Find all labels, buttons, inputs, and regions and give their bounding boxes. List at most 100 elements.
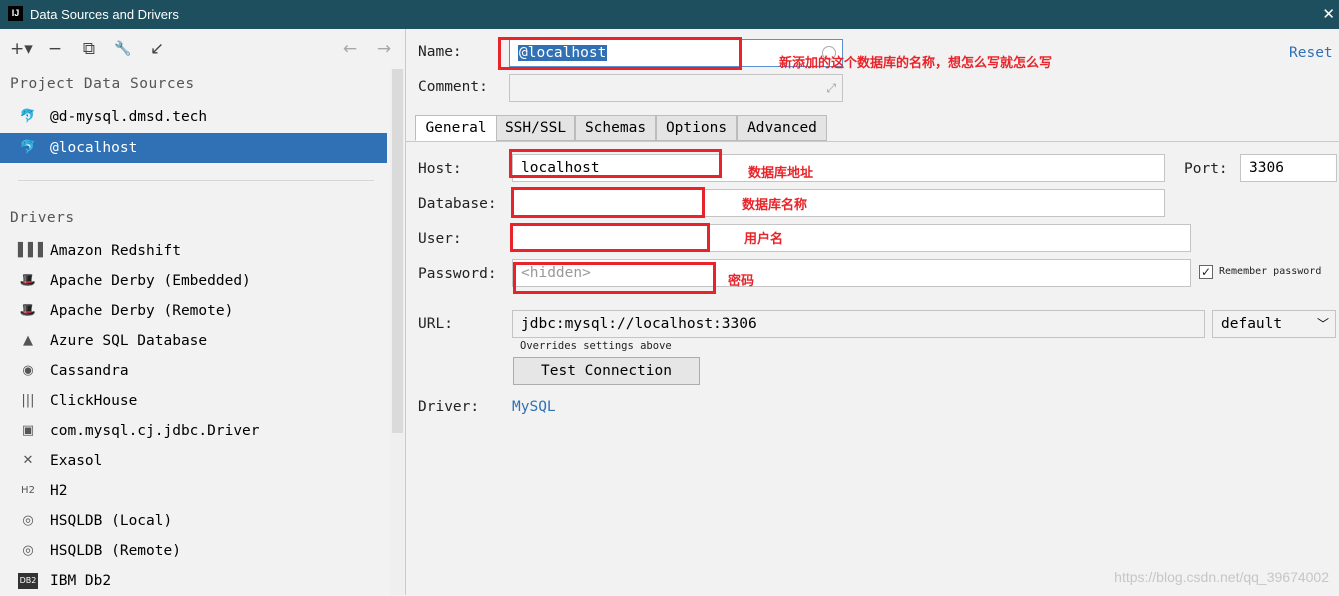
driver-label: Driver: — [418, 399, 480, 415]
user-label: User: — [418, 231, 462, 247]
driver-label: H2 — [50, 483, 68, 499]
driver-item[interactable]: ▣ com.mysql.cj.jdbc.Driver — [0, 416, 387, 446]
driver-label: Apache Derby (Remote) — [50, 303, 234, 319]
tab-schemas[interactable]: Schemas — [575, 115, 656, 141]
host-label: Host: — [418, 161, 462, 177]
data-source-settings-panel: Name: @localhost Reset Comment: ⤢ Genera… — [406, 29, 1339, 595]
derby-hat-icon: 🎩 — [19, 303, 37, 318]
driver-label: HSQLDB (Remote) — [50, 543, 181, 559]
port-value: 3306 — [1249, 160, 1284, 176]
name-annotation: 新添加的这个数据库的名称，想怎么写就怎么写 — [779, 56, 1053, 71]
database-annotation: 数据库名称 — [742, 198, 808, 213]
driver-item[interactable]: 🎩 Apache Derby (Embedded) — [0, 266, 387, 296]
remove-icon[interactable]: − — [44, 38, 66, 60]
driver-label: Amazon Redshift — [50, 243, 181, 259]
password-label: Password: — [418, 266, 497, 282]
data-source-label: @localhost — [50, 140, 138, 156]
port-field[interactable]: 3306 — [1240, 154, 1337, 182]
driver-label: HSQLDB (Local) — [50, 513, 173, 529]
window-title-bar: IJ Data Sources and Drivers ✕ — [0, 0, 1339, 29]
sidebar-toolbar: +▾ − ⧉ 🔧 ↙ ← → — [0, 29, 405, 69]
project-data-sources-heading: Project Data Sources — [10, 76, 195, 92]
clickhouse-icon: ||| — [21, 393, 35, 408]
host-annotation: 数据库地址 — [748, 166, 814, 181]
sidebar-divider — [18, 180, 374, 181]
driver-item[interactable]: ✕ Exasol — [0, 446, 387, 476]
hsqldb-icon: ◎ — [22, 543, 34, 558]
driver-item[interactable]: ▌▌▌ Amazon Redshift — [0, 236, 387, 266]
database-highlight-box — [511, 187, 705, 218]
driver-item[interactable]: ◉ Cassandra — [0, 356, 387, 386]
url-value: jdbc:mysql://localhost:3306 — [521, 316, 757, 332]
name-highlight-box — [498, 37, 742, 70]
data-source-item[interactable]: 🐬 @d-mysql.dmsd.tech — [0, 102, 387, 132]
close-icon[interactable]: ✕ — [1322, 5, 1335, 23]
back-arrow-icon[interactable]: ← — [339, 38, 361, 60]
name-label: Name: — [418, 44, 462, 60]
user-annotation: 用户名 — [744, 232, 784, 247]
add-icon[interactable]: +▾ — [10, 38, 33, 60]
tab-general[interactable]: General — [415, 115, 497, 141]
data-source-label: @d-mysql.dmsd.tech — [50, 109, 208, 125]
mysql-dolphin-icon: 🐬 — [19, 109, 37, 124]
driver-label: Cassandra — [50, 363, 129, 379]
mysql-dolphin-icon: 🐬 — [19, 140, 37, 155]
comment-label: Comment: — [418, 79, 488, 95]
remember-password-label: Remember password — [1219, 266, 1322, 277]
sidebar-scrollbar[interactable] — [390, 69, 404, 595]
driver-item[interactable]: ||| ClickHouse — [0, 386, 387, 416]
cassandra-eye-icon: ◉ — [22, 363, 34, 378]
driver-item[interactable]: ◎ HSQLDB (Remote) — [0, 536, 387, 566]
driver-item[interactable]: ▲ Azure SQL Database — [0, 326, 387, 356]
derby-hat-icon: 🎩 — [19, 273, 37, 288]
ibm-db2-icon: DB2 — [18, 573, 38, 589]
driver-label: com.mysql.cj.jdbc.Driver — [50, 423, 260, 439]
forward-arrow-icon[interactable]: → — [373, 38, 395, 60]
generic-driver-icon: ▣ — [21, 423, 35, 438]
tab-advanced[interactable]: Advanced — [737, 115, 827, 141]
h2-icon: H2 — [21, 485, 35, 496]
test-connection-button[interactable]: Test Connection — [513, 357, 700, 385]
url-override-note: Overrides settings above — [520, 340, 672, 352]
driver-label: Apache Derby (Embedded) — [50, 273, 251, 289]
user-highlight-box — [510, 223, 710, 252]
chevron-down-icon: ﹀ — [1316, 317, 1329, 331]
expand-icon[interactable]: ⤢ — [826, 75, 836, 101]
url-mode-select[interactable]: default ﹀ — [1212, 310, 1336, 338]
azure-icon: ▲ — [23, 333, 33, 348]
redshift-icon: ▌▌▌ — [18, 243, 48, 258]
import-icon[interactable]: ↙ — [146, 38, 168, 60]
password-highlight-box — [513, 262, 716, 294]
exasol-x-icon: ✕ — [22, 453, 34, 468]
url-field[interactable]: jdbc:mysql://localhost:3306 — [512, 310, 1205, 338]
database-label: Database: — [418, 196, 497, 212]
driver-label: Exasol — [50, 453, 103, 469]
window-title: Data Sources and Drivers — [30, 7, 179, 22]
driver-item[interactable]: DB2 IBM Db2 — [0, 566, 387, 596]
wrench-icon[interactable]: 🔧 — [112, 38, 134, 60]
tab-ssh-ssl[interactable]: SSH/SSL — [496, 115, 575, 141]
remember-password-checkbox[interactable]: ✓ — [1199, 265, 1213, 279]
data-sources-sidebar: +▾ − ⧉ 🔧 ↙ ← → Project Data Sources 🐬 @d… — [0, 29, 406, 595]
driver-label: IBM Db2 — [50, 573, 112, 589]
driver-item[interactable]: H2 H2 — [0, 476, 387, 506]
reset-link[interactable]: Reset — [1289, 45, 1333, 61]
port-label: Port: — [1184, 161, 1228, 177]
url-mode-value: default — [1221, 316, 1283, 332]
password-annotation: 密码 — [728, 274, 755, 289]
driver-label: ClickHouse — [50, 393, 138, 409]
driver-item[interactable]: 🎩 Apache Derby (Remote) — [0, 296, 387, 326]
comment-field[interactable]: ⤢ — [509, 74, 843, 102]
hsqldb-icon: ◎ — [22, 513, 34, 528]
scrollbar-thumb[interactable] — [392, 69, 403, 433]
tab-options[interactable]: Options — [656, 115, 737, 141]
duplicate-icon[interactable]: ⧉ — [78, 38, 100, 60]
tab-divider — [406, 141, 1339, 142]
intellij-app-icon: IJ — [8, 6, 23, 21]
driver-link[interactable]: MySQL — [512, 399, 556, 415]
drivers-heading: Drivers — [10, 210, 75, 226]
watermark-text: https://blog.csdn.net/qq_39674002 — [1114, 569, 1329, 585]
driver-item[interactable]: ◎ HSQLDB (Local) — [0, 506, 387, 536]
host-highlight-box — [509, 149, 722, 178]
data-source-item-selected[interactable]: 🐬 @localhost — [0, 133, 387, 163]
